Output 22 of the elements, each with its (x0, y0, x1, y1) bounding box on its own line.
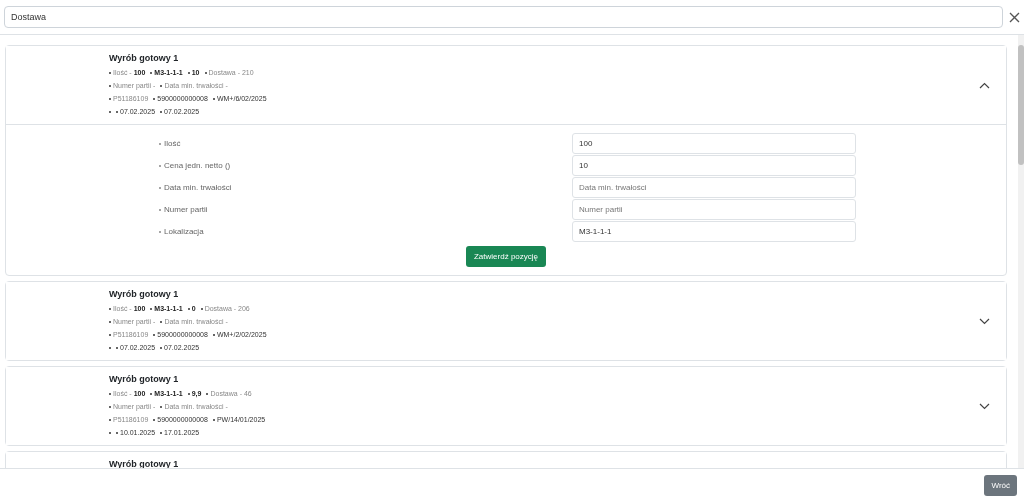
field-label: Ilość (164, 139, 181, 148)
chevron-down-icon[interactable] (979, 403, 990, 410)
field-label: Data min. trwałości (164, 183, 232, 192)
back-button[interactable]: Wróć (984, 474, 1017, 496)
chevron-up-icon[interactable] (979, 82, 990, 89)
input-field[interactable]: Data min. trwałości (572, 177, 856, 198)
close-icon[interactable] (1009, 11, 1020, 23)
product-title: Wyrób gotowy 1 (109, 289, 180, 299)
input-field[interactable]: M3-1-1-1 (572, 221, 856, 242)
field-label: Cena jedn. netto () (164, 161, 231, 170)
product-title: Wyrób gotowy 1 (109, 374, 180, 384)
input-field[interactable]: 100 (572, 133, 856, 154)
search-field[interactable]: Dostawa (4, 6, 1003, 28)
field-label: Lokalizacja (164, 227, 204, 236)
field-label: Numer partii (164, 205, 208, 214)
scrollbar[interactable] (1018, 35, 1024, 468)
input-field[interactable]: Numer partii (572, 199, 856, 220)
chevron-down-icon[interactable] (979, 318, 990, 325)
input-field[interactable]: 10 (572, 155, 856, 176)
product-title: Wyrób gotowy 1 (109, 53, 180, 63)
product-title: Wyrób gotowy 1 (109, 459, 180, 468)
confirm-button[interactable]: Zatwierdź pozycję (466, 246, 546, 267)
